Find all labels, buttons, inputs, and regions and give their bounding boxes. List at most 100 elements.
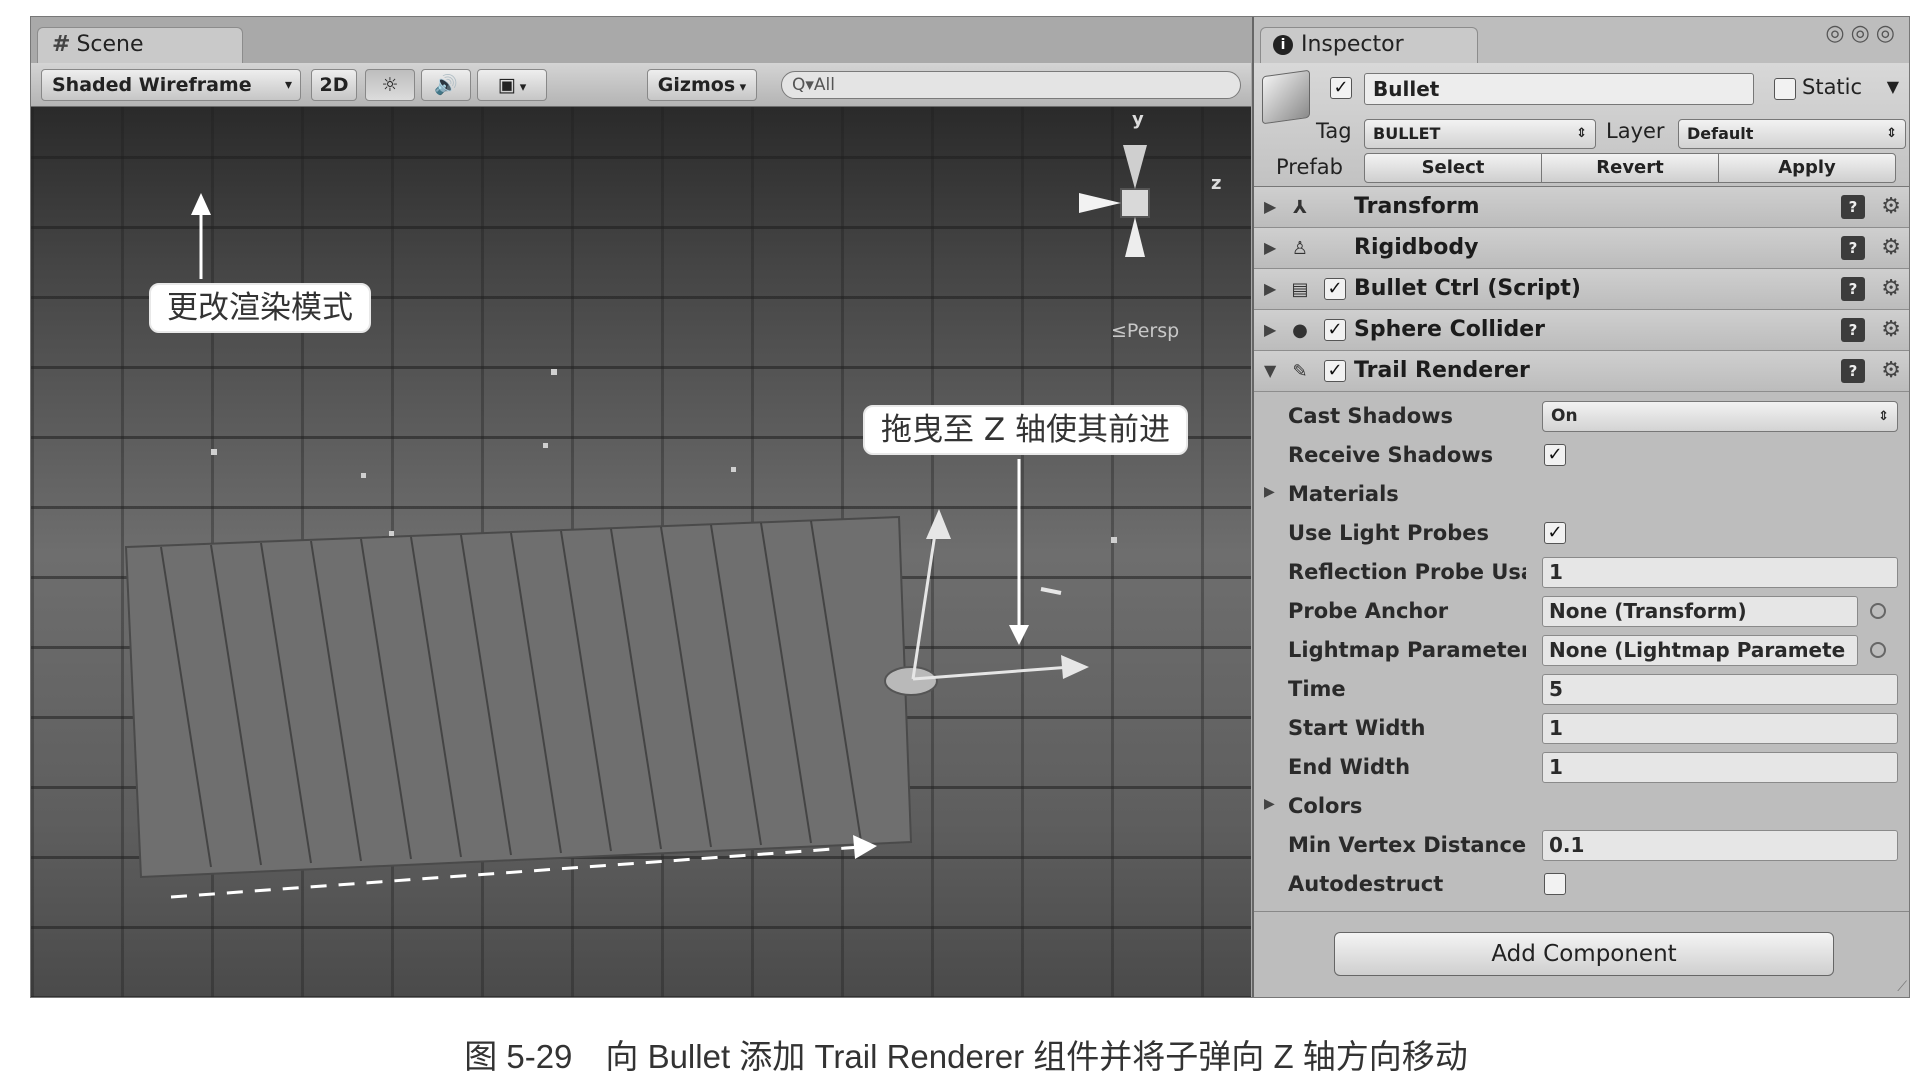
gear-icon[interactable]: ⚙ bbox=[1881, 351, 1901, 391]
static-dropdown-icon[interactable]: ▼ bbox=[1887, 77, 1899, 96]
prop-probe-anchor: Probe Anchor None (Transform) bbox=[1254, 592, 1909, 631]
lighting-toggle-button[interactable]: ☼ bbox=[365, 69, 415, 101]
component-name: Rigidbody bbox=[1354, 235, 1479, 260]
prop-reflection-probe: Reflection Probe Usa 1 bbox=[1254, 553, 1909, 592]
component-bullet-ctrl[interactable]: ▶ ▤ ✓ Bullet Ctrl (Script) ? ⚙ bbox=[1254, 269, 1909, 310]
trail-icon: ✎ bbox=[1292, 361, 1308, 382]
object-picker-icon[interactable] bbox=[1870, 642, 1886, 658]
prop-label: Materials bbox=[1288, 482, 1399, 506]
component-name: Transform bbox=[1354, 194, 1480, 219]
component-enabled-checkbox[interactable]: ✓ bbox=[1324, 278, 1346, 300]
component-name: Bullet Ctrl (Script) bbox=[1354, 276, 1581, 301]
tag-dropdown[interactable]: BULLET ⇕ bbox=[1364, 119, 1596, 149]
cast-shadows-value: On bbox=[1551, 406, 1578, 426]
transform-icon: ⅄ bbox=[1293, 197, 1307, 218]
static-label: Static bbox=[1802, 75, 1863, 99]
probe-anchor-field[interactable]: None (Transform) bbox=[1542, 596, 1858, 627]
component-sphere-collider[interactable]: ▶ ● ✓ Sphere Collider ? ⚙ bbox=[1254, 310, 1909, 351]
prop-use-light-probes: Use Light Probes ✓ bbox=[1254, 514, 1909, 553]
z-axis-arrowhead bbox=[1061, 655, 1089, 679]
prefab-select-button[interactable]: Select bbox=[1364, 153, 1542, 183]
component-trail-renderer[interactable]: ▼ ✎ ✓ Trail Renderer ? ⚙ bbox=[1254, 351, 1909, 392]
window-control-icon[interactable]: ◎ bbox=[1876, 21, 1901, 46]
help-icon[interactable]: ? bbox=[1841, 236, 1865, 260]
fold-arrow-icon[interactable]: ▶ bbox=[1264, 269, 1276, 309]
add-component-button[interactable]: Add Component bbox=[1334, 932, 1834, 976]
help-icon[interactable]: ? bbox=[1841, 359, 1865, 383]
prop-label: Colors bbox=[1288, 794, 1363, 818]
drag-arrowhead bbox=[1009, 625, 1029, 645]
y-axis-handle[interactable] bbox=[911, 526, 938, 680]
fold-arrow-icon[interactable]: ▶ bbox=[1264, 187, 1276, 227]
effects-toggle-button[interactable]: ▣ ▾ bbox=[477, 69, 547, 101]
component-enabled-checkbox[interactable]: ✓ bbox=[1324, 360, 1346, 382]
inspector-tab[interactable]: i Inspector bbox=[1260, 27, 1478, 63]
receive-shadows-checkbox[interactable]: ✓ bbox=[1544, 444, 1566, 466]
persp-label[interactable]: ≤Persp bbox=[1111, 320, 1179, 342]
min-vertex-distance-field[interactable]: 0.1 bbox=[1542, 830, 1898, 861]
fold-arrow-icon[interactable]: ▼ bbox=[1264, 351, 1276, 391]
gizmos-dropdown[interactable]: Gizmos ▾ bbox=[647, 69, 757, 101]
component-transform[interactable]: ▶ ⅄ Transform ? ⚙ bbox=[1254, 187, 1909, 228]
active-checkbox[interactable]: ✓ bbox=[1330, 77, 1352, 99]
reflection-probe-field[interactable]: 1 bbox=[1542, 557, 1898, 588]
render-mode-arrowhead bbox=[191, 193, 211, 215]
static-checkbox[interactable] bbox=[1774, 78, 1796, 100]
toggle-2d-button[interactable]: 2D bbox=[311, 69, 357, 101]
lightmap-parameters-field[interactable]: None (Lightmap Paramete bbox=[1542, 635, 1858, 666]
component-enabled-checkbox[interactable]: ✓ bbox=[1324, 319, 1346, 341]
prop-colors[interactable]: ▶ Colors bbox=[1254, 787, 1909, 826]
rigidbody-icon: ♙ bbox=[1291, 238, 1309, 259]
dropdown-arrow-icon: ▾ bbox=[735, 80, 747, 95]
gear-icon[interactable]: ⚙ bbox=[1881, 269, 1901, 309]
layer-dropdown[interactable]: Default ⇕ bbox=[1678, 119, 1906, 149]
use-light-probes-checkbox[interactable]: ✓ bbox=[1544, 522, 1566, 544]
scene-dots bbox=[211, 369, 1117, 543]
tag-value: BULLET bbox=[1373, 124, 1441, 143]
scene-panel: # Scene Shaded Wireframe ▾ 2D ☼ 🔊 ▣ ▾ Giz… bbox=[31, 17, 1251, 997]
help-icon[interactable]: ? bbox=[1841, 318, 1865, 342]
fold-arrow-icon[interactable]: ▶ bbox=[1264, 484, 1275, 500]
gear-icon[interactable]: ⚙ bbox=[1881, 228, 1901, 268]
prefab-apply-button[interactable]: Apply bbox=[1718, 153, 1896, 183]
scene-tab[interactable]: # Scene bbox=[37, 27, 243, 63]
object-name-field[interactable]: Bullet bbox=[1364, 73, 1754, 105]
z-axis-handle[interactable] bbox=[912, 665, 1072, 681]
audio-toggle-button[interactable]: 🔊 bbox=[421, 69, 471, 101]
help-icon[interactable]: ? bbox=[1841, 277, 1865, 301]
trail-renderer-properties: Cast Shadows On ⇕ Receive Shadows ✓ ▶ Mat… bbox=[1254, 397, 1909, 904]
window-control-icon[interactable]: ◎ bbox=[1825, 21, 1850, 46]
axis-y-label: y bbox=[1132, 109, 1144, 130]
prop-label: Receive Shadows bbox=[1288, 443, 1494, 467]
prefab-revert-button[interactable]: Revert bbox=[1541, 153, 1719, 183]
scene-graphics bbox=[124, 145, 1150, 899]
orientation-gizmo[interactable] bbox=[1079, 145, 1150, 257]
gear-icon[interactable]: ⚙ bbox=[1881, 310, 1901, 350]
prop-label: Lightmap Parameters bbox=[1288, 638, 1526, 662]
gear-icon[interactable]: ⚙ bbox=[1881, 187, 1901, 227]
fold-arrow-icon[interactable]: ▶ bbox=[1264, 228, 1276, 268]
start-width-field[interactable]: 1 bbox=[1542, 713, 1898, 744]
render-mode-dropdown[interactable]: Shaded Wireframe ▾ bbox=[41, 69, 301, 101]
fold-arrow-icon[interactable]: ▶ bbox=[1264, 796, 1275, 812]
scene-search-input[interactable]: Q▾All bbox=[781, 71, 1241, 99]
time-field[interactable]: 5 bbox=[1542, 674, 1898, 705]
inspector-panel: i Inspector ◎◎◎ ✓ Bullet Static ▼ Tag BUL… bbox=[1252, 17, 1909, 997]
cast-shadows-dropdown[interactable]: On ⇕ bbox=[1542, 401, 1898, 432]
prop-start-width: Start Width 1 bbox=[1254, 709, 1909, 748]
fold-arrow-icon[interactable]: ▶ bbox=[1264, 310, 1276, 350]
end-width-field[interactable]: 1 bbox=[1542, 752, 1898, 783]
window-control-icon[interactable]: ◎ bbox=[1851, 21, 1876, 46]
window-controls[interactable]: ◎◎◎ bbox=[1825, 21, 1901, 46]
help-icon[interactable]: ? bbox=[1841, 195, 1865, 219]
scene-viewport[interactable]: y z ≤Persp 更改渲染模式 拖曳至 Z 轴使其前进 bbox=[31, 107, 1251, 997]
object-picker-icon[interactable] bbox=[1870, 603, 1886, 619]
autodestruct-checkbox[interactable] bbox=[1544, 873, 1566, 895]
bullet-object[interactable] bbox=[884, 666, 938, 696]
resize-grip-icon[interactable]: ⟋ bbox=[1897, 979, 1907, 995]
component-name: Trail Renderer bbox=[1354, 358, 1530, 383]
component-rigidbody[interactable]: ▶ ♙ Rigidbody ? ⚙ bbox=[1254, 228, 1909, 269]
tag-label: Tag bbox=[1316, 119, 1352, 143]
prop-materials[interactable]: ▶ Materials bbox=[1254, 475, 1909, 514]
prop-label: Autodestruct bbox=[1288, 872, 1444, 896]
